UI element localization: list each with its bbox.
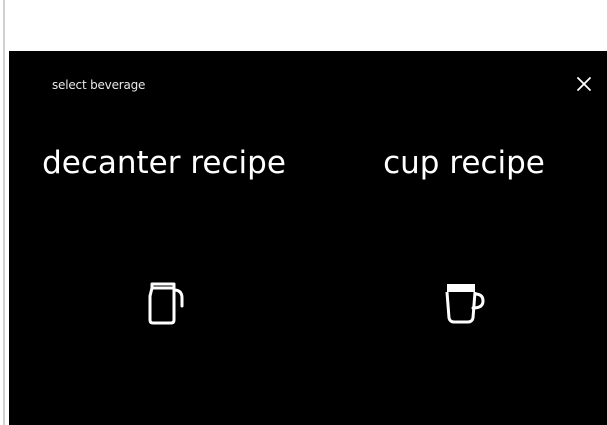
decanter-icon	[148, 282, 184, 325]
decanter-recipe-label: decanter recipe	[42, 145, 286, 181]
cup-recipe-label: cup recipe	[383, 145, 545, 181]
cup-recipe-option[interactable]: cup recipe	[349, 141, 579, 361]
screen-title: select beverage	[52, 78, 146, 92]
cup-icon	[445, 284, 485, 324]
page: select beverage decanter recipe cup reci…	[0, 0, 607, 425]
close-icon	[577, 77, 591, 91]
beverage-selection-screen: select beverage decanter recipe cup reci…	[9, 51, 607, 425]
decanter-recipe-option[interactable]: decanter recipe	[19, 141, 309, 361]
left-divider	[3, 0, 5, 425]
close-button[interactable]	[571, 71, 597, 97]
